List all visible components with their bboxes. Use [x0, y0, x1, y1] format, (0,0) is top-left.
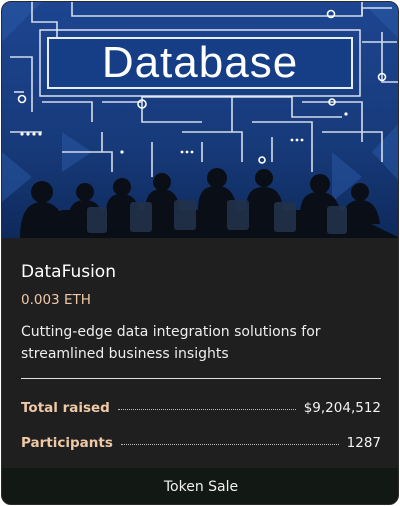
- project-image: Database: [2, 2, 398, 238]
- stat-label: Participants: [21, 435, 113, 451]
- stat-row-total-raised: Total raised $9,204,512: [21, 397, 381, 419]
- divider: [21, 378, 381, 379]
- token-sale-button[interactable]: Token Sale: [2, 468, 398, 504]
- stat-value: 1287: [346, 435, 381, 451]
- banner-text: Database: [101, 38, 299, 87]
- token-price: 0.003 ETH: [21, 292, 91, 308]
- dotted-leader: [120, 443, 339, 445]
- stat-label: Total raised: [21, 400, 110, 416]
- project-description: Cutting-edge data integration solutions …: [21, 324, 321, 362]
- dotted-leader: [117, 408, 296, 410]
- stat-row-participants: Participants 1287: [21, 432, 381, 454]
- stat-value: $9,204,512: [303, 400, 381, 416]
- card-body: DataFusion 0.003 ETH Cutting-edge data i…: [2, 238, 398, 468]
- token-sale-card[interactable]: Database DataFusion 0.003 ETH Cutting-ed…: [1, 1, 399, 505]
- project-name[interactable]: DataFusion: [21, 262, 116, 282]
